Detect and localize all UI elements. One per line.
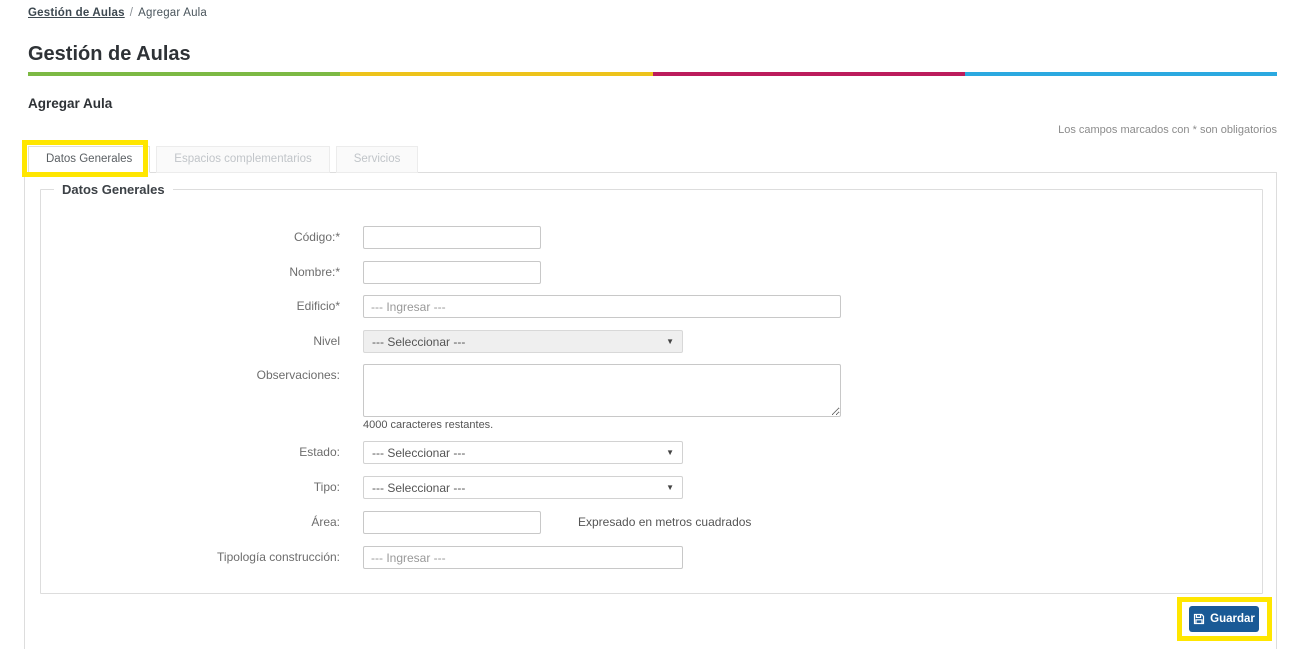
breadcrumb-link-gestion-de-aulas[interactable]: Gestión de Aulas (28, 7, 125, 19)
nivel-row: Nivel --- Seleccionar --- ▼ (0, 330, 683, 353)
section-subtitle: Agregar Aula (28, 96, 113, 111)
bar-segment-magenta (652, 72, 965, 76)
brand-color-bar (28, 72, 1277, 76)
save-button-label: Guardar (1210, 613, 1255, 625)
estado-select[interactable]: --- Seleccionar --- ▼ (363, 441, 683, 464)
tipo-label: Tipo: (313, 480, 340, 494)
tipo-select-value: --- Seleccionar --- (372, 480, 466, 495)
tab-bar: Datos Generales Espacios complementarios… (28, 146, 424, 173)
nombre-input[interactable] (363, 261, 541, 284)
area-units-note: Expresado en metros cuadrados (578, 515, 752, 529)
fieldset-legend: Datos Generales (62, 182, 165, 197)
edificio-row: Edificio* (0, 295, 841, 318)
floppy-disk-icon (1194, 613, 1205, 625)
required-fields-note: Los campos marcados con * son obligatori… (1058, 124, 1277, 136)
nombre-label: Nombre:* (289, 265, 340, 279)
codigo-row: Código:* (0, 226, 541, 249)
save-button[interactable]: Guardar (1189, 606, 1259, 632)
nivel-label: Nivel (313, 334, 340, 348)
bar-segment-yellow (340, 72, 653, 76)
page-title: Gestión de Aulas (28, 43, 191, 65)
chevron-down-icon: ▼ (666, 337, 674, 346)
area-label: Área: (311, 515, 340, 529)
bar-segment-blue (964, 72, 1277, 76)
area-input[interactable] (363, 511, 541, 534)
breadcrumb-separator: / (129, 7, 134, 19)
tipologia-label: Tipología construcción: (217, 550, 340, 564)
codigo-label: Código:* (293, 230, 340, 244)
tab-servicios[interactable]: Servicios (335, 146, 419, 173)
estado-label: Estado: (299, 445, 340, 459)
tipologia-row: Tipología construcción: (0, 546, 683, 569)
breadcrumb: Gestión de Aulas / Agregar Aula (28, 7, 207, 19)
nombre-row: Nombre:* (0, 261, 541, 284)
chevron-down-icon: ▼ (666, 483, 674, 492)
codigo-input[interactable] (363, 226, 541, 249)
estado-select-value: --- Seleccionar --- (372, 445, 466, 460)
edificio-label: Edificio* (296, 299, 340, 313)
observaciones-label: Observaciones: (256, 368, 340, 382)
edificio-input[interactable] (363, 295, 841, 318)
tipo-select[interactable]: --- Seleccionar --- ▼ (363, 476, 683, 499)
area-row: Área: Expresado en metros cuadrados (0, 511, 751, 534)
chevron-down-icon: ▼ (666, 448, 674, 457)
observaciones-textarea[interactable] (363, 364, 841, 417)
estado-row: Estado: --- Seleccionar --- ▼ (0, 441, 683, 464)
tipologia-input[interactable] (363, 546, 683, 569)
nivel-select-value: --- Seleccionar --- (372, 334, 466, 349)
tab-espacios-complementarios[interactable]: Espacios complementarios (156, 146, 330, 173)
nivel-select[interactable]: --- Seleccionar --- ▼ (363, 330, 683, 353)
tab-datos-generales[interactable]: Datos Generales (28, 146, 151, 173)
bar-segment-green (28, 72, 341, 76)
observaciones-row: Observaciones: (0, 364, 841, 422)
breadcrumb-current: Agregar Aula (138, 7, 208, 19)
caracteres-restantes-hint: 4000 caracteres restantes. (363, 419, 494, 431)
tipo-row: Tipo: --- Seleccionar --- ▼ (0, 476, 683, 499)
page: Gestión de Aulas / Agregar Aula Gestión de… (0, 0, 1305, 649)
